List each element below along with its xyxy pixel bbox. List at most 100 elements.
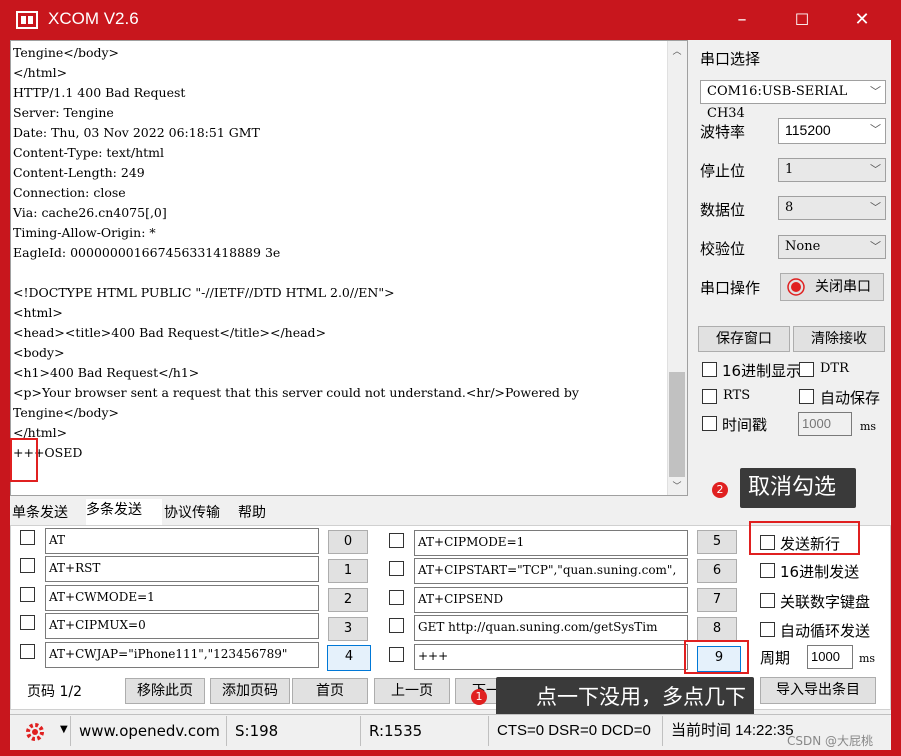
send-item-2-input[interactable]: AT+CWMODE=1 [45,585,319,611]
send-item-5-checkbox[interactable] [389,533,404,548]
close-button[interactable]: ✕ [832,0,892,40]
send-item-5-input[interactable]: AT+CIPMODE=1 [414,530,688,556]
send-item-0-input[interactable]: AT [45,528,319,554]
send-item-9-input[interactable]: +++ [414,644,688,670]
period-input[interactable]: 1000 [807,645,853,669]
tab-multi-send[interactable]: 多条发送 [86,499,162,526]
send-item-7-input[interactable]: AT+CIPSEND [414,587,688,613]
chevron-down-icon: ﹀ [870,163,881,176]
send-item-4-button[interactable]: 4 [327,645,371,671]
chevron-down-icon: ﹀ [870,201,881,214]
minimize-button[interactable]: – [712,0,772,40]
rts-checkbox[interactable] [702,389,717,404]
timestamp-unit: ms [860,420,877,433]
receive-line: Content-Length: 249 [13,165,145,180]
port-status-icon [787,278,805,296]
import-export-button[interactable]: 导入导出条目 [760,677,876,704]
chevron-down-icon: ﹀ [870,240,881,253]
send-item-6-checkbox[interactable] [389,561,404,576]
scroll-up-icon[interactable]: ︿ [669,44,685,57]
send-item-8-input[interactable]: GET http://quan.suning.com/getSysTim [414,615,688,641]
send-item-3-button[interactable]: 3 [328,617,368,641]
send-item-0-checkbox[interactable] [20,530,35,545]
send-item-3-checkbox[interactable] [20,615,35,630]
auto-save-checkbox[interactable] [799,389,814,404]
hex-send-checkbox[interactable] [760,563,775,578]
scroll-thumb[interactable] [669,372,685,477]
tab-help[interactable]: 帮助 [238,502,294,522]
receive-line: Tengine</body> [13,45,120,60]
timestamp-checkbox[interactable] [702,416,717,431]
receive-line: HTTP/1.1 400 Bad Request [13,85,186,100]
receive-line: Connection: close [13,185,126,200]
page-indicator: 页码 1/2 [27,684,82,700]
tab-protocol[interactable]: 协议传输 [164,502,236,522]
stop-bits-select[interactable]: 1 ﹀ [778,158,886,182]
gear-icon[interactable] [24,721,46,743]
save-window-button[interactable]: 保存窗口 [698,326,790,352]
send-item-3-input[interactable]: AT+CIPMUX=0 [45,613,319,639]
receive-line: <head><title>400 Bad Request</title></he… [13,325,327,340]
send-item-6-button[interactable]: 6 [697,559,737,583]
send-item-8-button[interactable]: 8 [697,617,737,641]
data-bits-label: 数据位 [700,201,746,219]
receive-line: <html> [13,305,63,320]
send-item-9-checkbox[interactable] [389,647,404,662]
dtr-checkbox[interactable] [799,362,814,377]
send-item-2-button[interactable]: 2 [328,588,368,612]
remove-page-button[interactable]: 移除此页 [125,678,205,704]
send-item-0-button[interactable]: 0 [328,530,368,554]
send-item-1-button[interactable]: 1 [328,559,368,583]
send-item-1-input[interactable]: AT+RST [45,556,319,582]
clear-receive-button[interactable]: 清除接收 [793,326,885,352]
send-item-1-checkbox[interactable] [20,558,35,573]
data-bits-value: 8 [785,200,794,215]
auto-loop-label: 自动循环发送 [780,622,871,640]
status-website[interactable]: www.openedv.com [70,716,226,746]
highlight-box-button-9 [684,640,749,674]
tip-2-bubble: 取消勾选 [740,468,856,508]
highlight-box-plus [10,438,38,482]
send-item-8-checkbox[interactable] [389,618,404,633]
scroll-down-icon[interactable]: ﹀ [669,479,685,492]
hex-send-label: 16进制发送 [780,563,860,581]
receive-line: </html> [13,65,68,80]
port-select[interactable]: COM16:USB-SERIAL CH34 ﹀ [700,80,886,121]
send-item-5-button[interactable]: 5 [697,530,737,554]
send-item-6-input[interactable]: AT+CIPSTART="TCP","quan.suning.com", [414,558,688,584]
receive-line [13,263,663,283]
send-item-4-checkbox[interactable] [20,644,35,659]
send-item-2-checkbox[interactable] [20,587,35,602]
baud-select[interactable]: 115200 ﹀ [778,118,886,144]
chevron-down-icon: ﹀ [870,85,881,98]
window-title: XCOM V2.6 [48,9,139,28]
receive-line: Server: Tengine [13,105,114,120]
receive-line: <h1>400 Bad Request</h1> [13,365,200,380]
send-item-4-input[interactable]: AT+CWJAP="iPhone111","123456789" [45,642,319,668]
data-bits-select[interactable]: 8 ﹀ [778,196,886,220]
tab-single-send[interactable]: 单条发送 [12,502,84,522]
caret-down-icon[interactable]: ▼ [60,724,68,735]
prev-page-button[interactable]: 上一页 [374,678,450,704]
app-logo-icon [16,10,38,30]
send-newline-checkbox[interactable] [760,535,775,550]
send-item-7-button[interactable]: 7 [697,588,737,612]
timestamp-interval-input[interactable]: 1000 [798,412,852,436]
dtr-label: DTR [820,361,849,376]
link-keypad-checkbox[interactable] [760,593,775,608]
receive-line: </html> [13,425,68,440]
add-page-button[interactable]: 添加页码 [210,678,290,704]
hex-display-checkbox[interactable] [702,362,717,377]
hex-display-label: 16进制显示 [722,362,802,380]
parity-select[interactable]: None ﹀ [778,235,886,259]
first-page-button[interactable]: 首页 [292,678,368,704]
maximize-button[interactable]: ☐ [772,0,832,40]
send-item-7-checkbox[interactable] [389,590,404,605]
status-received: R:1535 [360,716,488,746]
stop-bits-value: 1 [785,162,794,177]
auto-loop-checkbox[interactable] [760,622,775,637]
link-keypad-label: 关联数字键盘 [780,593,871,611]
parity-value: None [785,239,821,254]
receive-line: <p>Your browser sent a request that this… [13,385,579,400]
close-port-label: 关闭串口 [815,279,871,295]
